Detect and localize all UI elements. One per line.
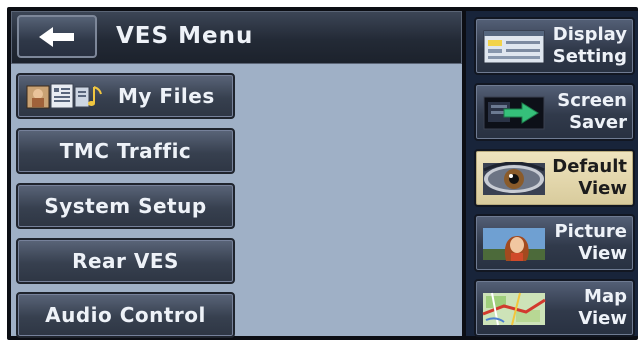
picture-view-button[interactable]: Picture View [474,214,635,272]
portrait-icon [482,227,546,261]
my-files-button[interactable]: My Files [16,73,235,119]
tmc-traffic-label: TMC Traffic [59,139,192,163]
tmc-traffic-button[interactable]: TMC Traffic [16,128,235,174]
ves-screen: VES Menu My Files TMC Traffic System Set… [0,0,643,347]
rear-ves-label: Rear VES [72,249,179,273]
map-view-button[interactable]: Map View [474,279,635,337]
system-setup-button[interactable]: System Setup [16,183,235,229]
back-button[interactable] [17,15,97,58]
default-view-button[interactable]: Default View [474,149,635,207]
back-arrow-icon [39,26,74,47]
map-view-label: Map View [578,286,627,329]
picture-view-label: Picture View [554,221,627,264]
screen-saver-button[interactable]: Screen Saver [474,83,635,141]
audio-control-label: Audio Control [45,303,206,327]
eye-icon [482,162,546,196]
audio-control-button[interactable]: Audio Control [16,292,235,338]
display-setting-icon [482,30,546,64]
default-view-label: Default View [552,156,627,199]
rear-ves-button[interactable]: Rear VES [16,238,235,284]
display-setting-button[interactable]: Display Setting [474,17,635,75]
my-files-label: My Files [118,84,215,108]
page-title: VES Menu [116,23,254,49]
map-icon [482,292,546,326]
system-setup-label: System Setup [44,194,207,218]
display-setting-label: Display Setting [552,24,627,67]
screen-saver-label: Screen Saver [557,90,627,133]
screen-saver-icon [482,96,546,130]
my-files-icon [26,83,102,109]
